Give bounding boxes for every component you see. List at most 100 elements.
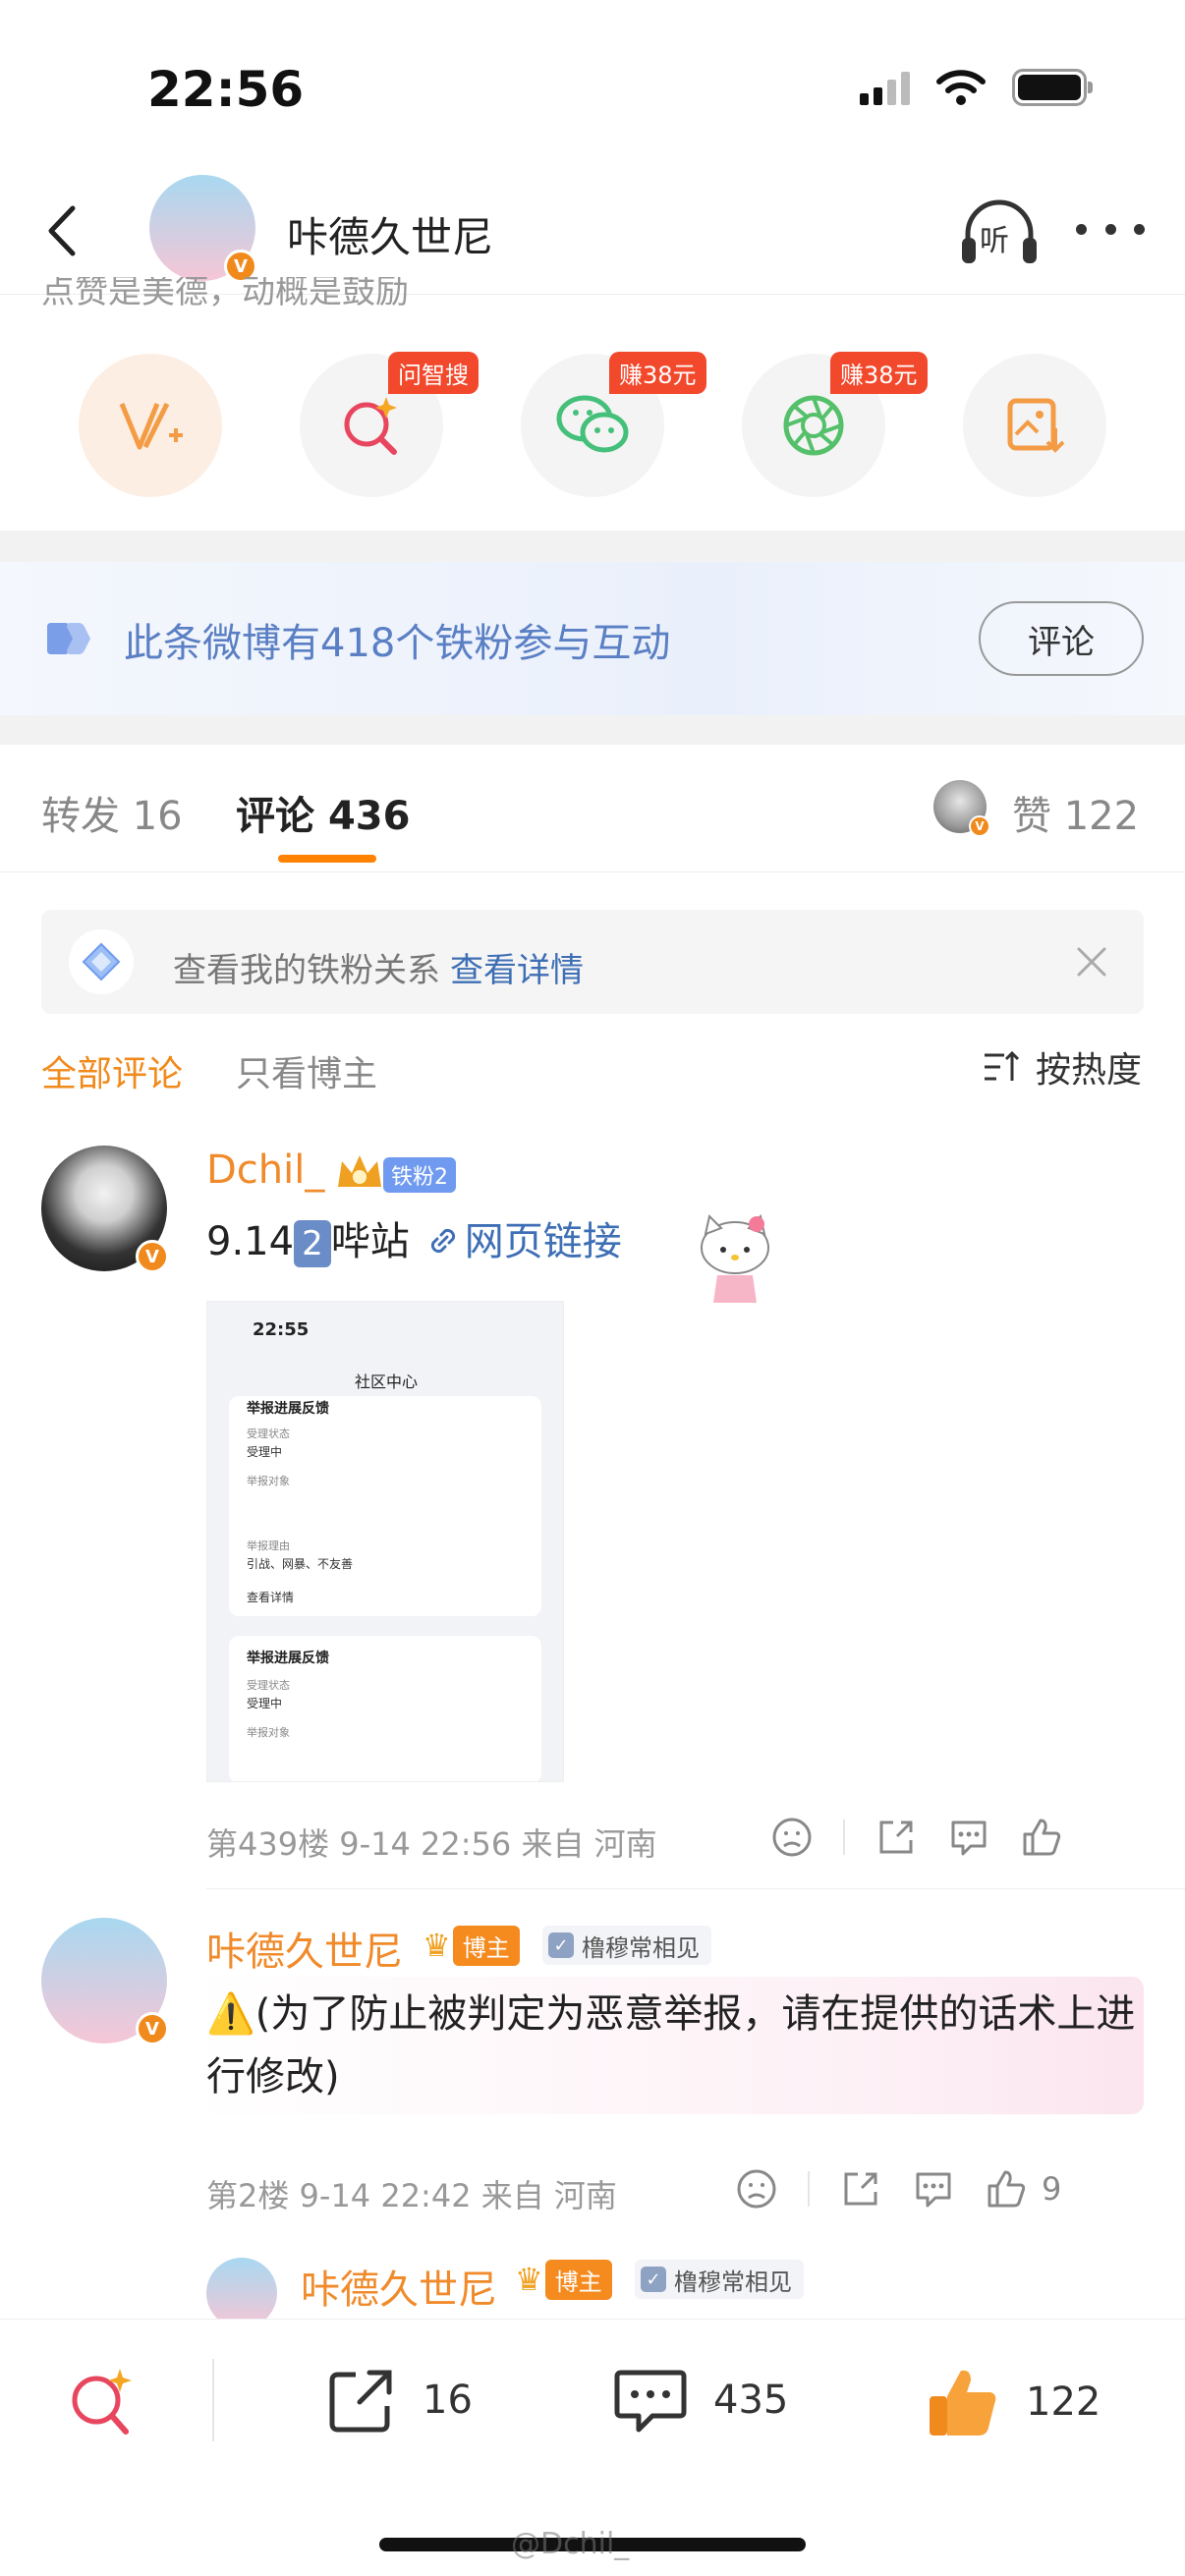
like-icon[interactable] <box>985 2167 1028 2211</box>
fan-group-label: 橹穆常相见 <box>582 1933 700 1962</box>
commenter-name[interactable]: Dchil_ <box>206 1148 324 1193</box>
repost-count: 16 <box>423 2378 473 2423</box>
active-tab-indicator <box>278 855 376 863</box>
liked-thumb-icon <box>930 2370 996 2436</box>
like-count: 122 <box>1026 2380 1101 2425</box>
view-details-link[interactable]: 查看详情 <box>450 951 584 990</box>
verified-v-icon: V <box>969 815 990 837</box>
action-divider <box>843 1820 845 1855</box>
comment-text: ⚠️(为了防止被判定为恶意举报，请在提供的话术上进行修改) <box>206 1991 1136 2100</box>
verified-v-icon: V <box>136 2012 169 2045</box>
wechat-icon <box>556 395 629 453</box>
share-icon[interactable] <box>839 2167 882 2211</box>
keycap-number: 2 <box>294 1220 331 1267</box>
iron-fan-badge: 铁粉2 <box>383 1157 456 1193</box>
comment-button[interactable]: 435 <box>611 2363 788 2437</box>
liker-avatar: V <box>933 780 990 837</box>
smart-search-icon <box>344 397 397 455</box>
cellular-signal-icon <box>860 70 910 105</box>
like-button[interactable]: 122 <box>924 2363 1100 2441</box>
action-divider <box>808 2171 810 2207</box>
iron-fans-banner: 此条微博有418个铁粉参与互动 评论 <box>0 562 1185 715</box>
battery-icon <box>1012 69 1093 106</box>
fan-relation-bar[interactable]: 查看我的铁粉关系 查看详情 <box>41 910 1144 1014</box>
wifi-icon <box>936 70 986 105</box>
close-icon[interactable] <box>1069 939 1114 984</box>
share-icon[interactable] <box>875 1816 918 1859</box>
blogger-tag: 博主 <box>452 1925 520 1966</box>
save-image-button[interactable] <box>963 354 1106 497</box>
blogger-badge: ♛ 博主 <box>515 2259 612 2300</box>
listen-button[interactable]: 听 <box>958 195 1041 269</box>
fan-relation-text: 查看我的铁粉关系 查看详情 <box>173 943 584 991</box>
more-menu-button[interactable] <box>1076 214 1145 244</box>
fan-relation-label: 查看我的铁粉关系 <box>173 951 440 990</box>
comment-filter-row: 全部评论 只看博主 按热度 <box>0 1037 1185 1096</box>
author-name[interactable]: 咔德久世尼 <box>287 204 493 264</box>
image-card-title: 举报进展反馈 <box>247 1401 329 1417</box>
commenter-name[interactable]: 咔德久世尼 <box>301 2258 497 2315</box>
wechat-share-button[interactable]: 赚38元 <box>521 352 706 497</box>
filter-all-comments[interactable]: 全部评论 <box>41 1045 183 1096</box>
image-card-value: 受理中 <box>247 1697 283 1710</box>
v-plus-button[interactable] <box>79 354 222 497</box>
moments-share-button[interactable]: 赚38元 <box>742 352 928 497</box>
image-card-value: 引战、网暴、不友善 <box>247 1557 354 1571</box>
dislike-icon[interactable] <box>735 2167 778 2211</box>
filter-owner-only[interactable]: 只看博主 <box>236 1045 377 1096</box>
image-report-card: 举报进展反馈 受理状态 受理中 举报对象 <box>229 1636 541 1781</box>
commenter-avatar[interactable]: V <box>41 1146 169 1273</box>
status-bar: 22:56 <box>0 0 1185 167</box>
sort-icon <box>984 1050 1020 1081</box>
bottom-divider <box>212 2359 214 2441</box>
blogger-badge: ♛ 博主 <box>423 1925 520 1966</box>
repost-button[interactable]: 16 <box>324 2363 473 2437</box>
comment-actions: 9 <box>735 2167 1061 2211</box>
comment-text-suffix: 哔站 <box>330 1219 410 1264</box>
dislike-icon[interactable] <box>770 1816 814 1859</box>
sort-by-heat-button[interactable]: 按热度 <box>983 1041 1142 1092</box>
reply-icon[interactable] <box>947 1816 990 1859</box>
author-reply-avatar[interactable]: V <box>41 1918 169 2045</box>
sort-label: 按热度 <box>1035 1050 1142 1091</box>
more-dot-icon <box>1134 223 1145 235</box>
comment-now-button[interactable]: 评论 <box>979 601 1144 676</box>
smart-search-button[interactable] <box>65 2363 140 2437</box>
tab-likes[interactable]: 赞 122 <box>1012 784 1139 841</box>
tab-comments-label: 评论 <box>236 794 314 839</box>
web-link[interactable]: 网页链接 <box>425 1219 622 1264</box>
comment-like-count: 9 <box>1042 2170 1062 2208</box>
action-tag: 问智搜 <box>388 352 479 394</box>
iron-fans-text: 此条微博有418个铁粉参与互动 <box>124 621 671 666</box>
action-tag: 赚38元 <box>830 352 928 394</box>
hello-kitty-decoration-icon <box>701 1214 769 1303</box>
comment-meta: 第439楼 9-14 22:56 来自 河南 <box>206 1825 657 1863</box>
link-icon <box>430 1228 455 1254</box>
like-icon[interactable] <box>1020 1816 1063 1859</box>
back-arrow-icon[interactable] <box>29 196 98 265</box>
image-card-label: 受理状态 <box>247 1679 290 1692</box>
comment-text-prefix: 9.14 <box>206 1219 295 1264</box>
image-card-detail: 查看详情 <box>247 1591 295 1604</box>
image-card-title: 举报进展反馈 <box>247 1651 329 1666</box>
fan-group-badge: ✓ 橹穆常相见 <box>542 1926 711 1965</box>
tab-likes-count: 122 <box>1063 794 1140 839</box>
comment-image[interactable]: 22:55 社区中心 举报进展反馈 受理状态 受理中 举报对象 举报理由 引战、… <box>206 1301 564 1782</box>
share-action-row: 问智搜 赚38元 赚38元 <box>0 334 1185 531</box>
reply-icon[interactable] <box>912 2167 955 2211</box>
tab-comments[interactable]: 评论 436 <box>236 784 410 841</box>
image-card-value: 受理中 <box>247 1445 283 1459</box>
comment-divider <box>206 1888 1185 1889</box>
save-image-icon <box>1007 398 1065 453</box>
tab-repost[interactable]: 转发 16 <box>41 784 183 841</box>
ask-search-button[interactable]: 问智搜 <box>300 352 479 497</box>
tab-repost-count: 16 <box>132 794 183 839</box>
blogger-tag: 博主 <box>544 2259 612 2300</box>
status-icons <box>860 69 1093 106</box>
author-avatar[interactable]: V <box>149 175 257 283</box>
tab-comments-count: 436 <box>327 794 411 839</box>
commenter-name[interactable]: 咔德久世尼 <box>206 1920 403 1977</box>
comment-meta: 第2楼 9-14 22:42 来自 河南 <box>206 2177 617 2214</box>
crown-icon: ♛ <box>515 2261 543 2298</box>
tab-likes-label: 赞 <box>1012 794 1051 839</box>
